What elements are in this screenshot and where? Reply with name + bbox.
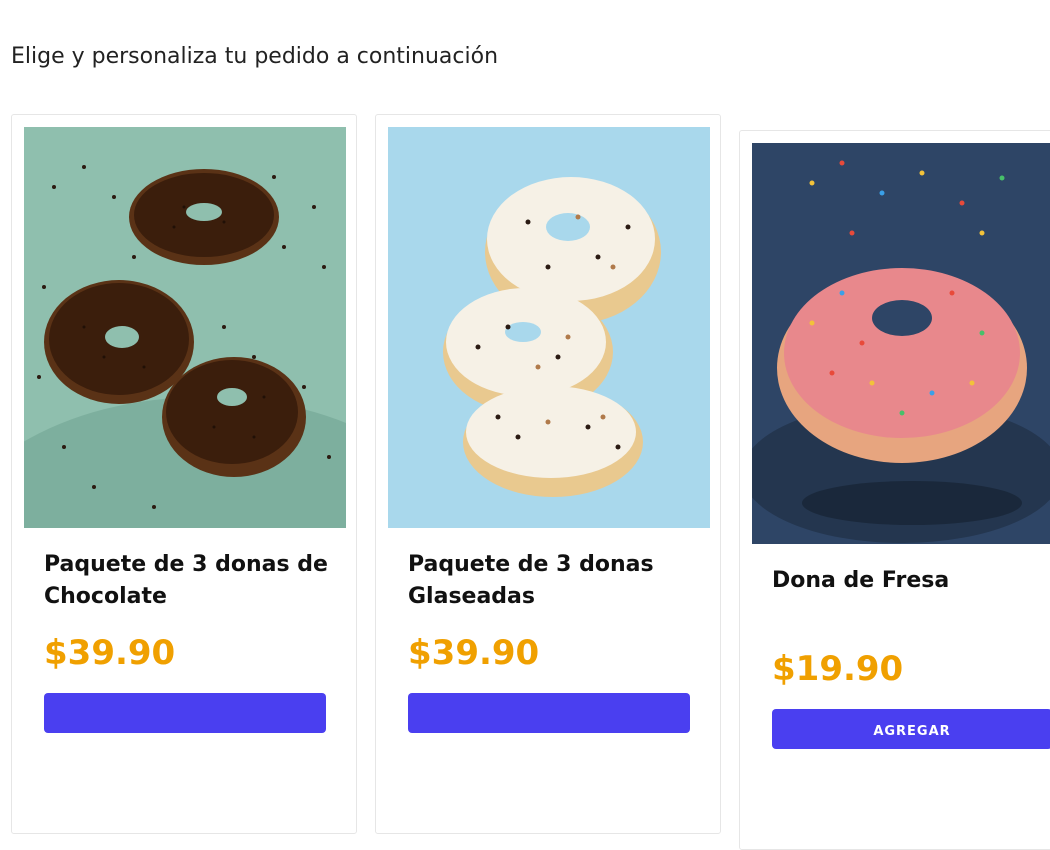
product-price: $19.90 — [772, 649, 904, 689]
product-name: Paquete de 3 donas de Chocolate — [44, 552, 328, 609]
strawberry-donut-image[interactable] — [752, 143, 1050, 544]
product-name: Dona de Fresa — [772, 568, 950, 593]
glazed-donuts-image[interactable] — [388, 127, 710, 528]
add-to-cart-button[interactable]: AGREGAR — [772, 709, 1050, 749]
product-price: $39.90 — [44, 633, 176, 673]
product-name: Paquete de 3 donas Glaseadas — [408, 552, 654, 609]
chocolate-donuts-image[interactable] — [24, 127, 346, 528]
product-card-chocolate[interactable]: Paquete de 3 donas de Chocolate $39.90 — [11, 114, 357, 834]
add-to-cart-button[interactable] — [408, 693, 690, 733]
page-subtitle: Elige y personaliza tu pedido a continua… — [11, 44, 499, 69]
product-card-strawberry[interactable]: Dona de Fresa $19.90 AGREGAR — [739, 130, 1050, 850]
product-price: $39.90 — [408, 633, 540, 673]
product-card-glazed[interactable]: Paquete de 3 donas Glaseadas $39.90 — [375, 114, 721, 834]
add-to-cart-button[interactable] — [44, 693, 326, 733]
